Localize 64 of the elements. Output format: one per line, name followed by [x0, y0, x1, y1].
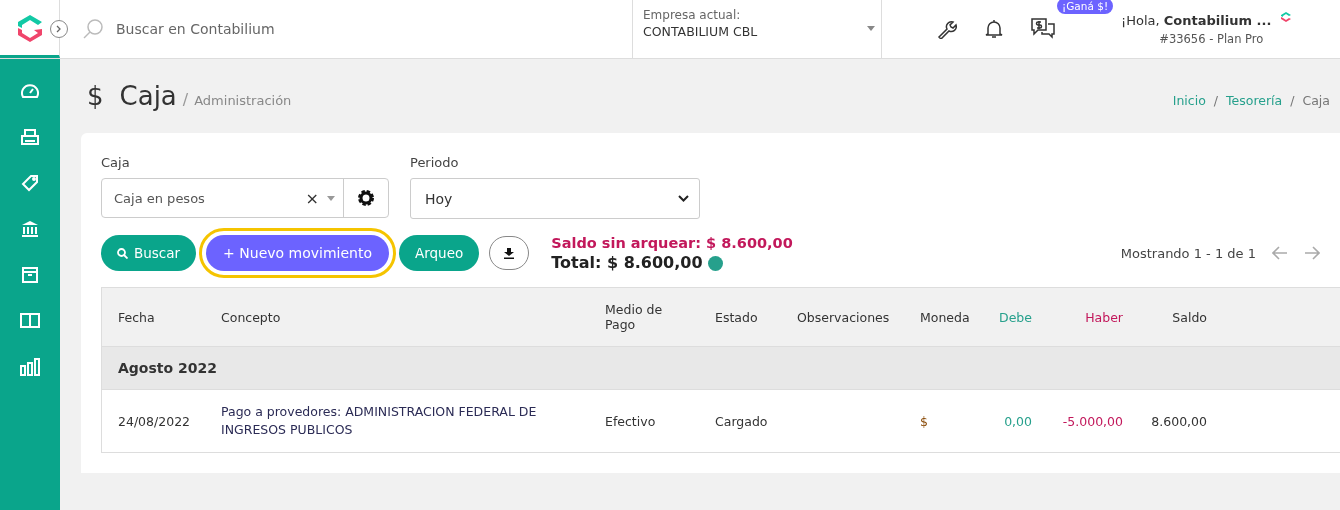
download-icon: [504, 247, 515, 259]
download-button[interactable]: [489, 236, 530, 270]
status-dot: [707, 255, 723, 271]
table-cell: Pago a provedores: ADMINISTRACION FEDERAL DE INGRESOS PUBLICOS: [221, 404, 537, 437]
pending-balance: Saldo sin arquear: $ 8.600,00: [551, 234, 793, 253]
column-header[interactable]: Observaciones: [797, 309, 920, 325]
table-cell: 8.600,00: [1151, 413, 1207, 429]
table-cell: 0,00: [1004, 413, 1032, 429]
page-icon: $: [87, 81, 104, 111]
table-cell: Cargado: [715, 413, 768, 429]
page-title: Caja: [119, 81, 177, 111]
chat-dollar-icon[interactable]: [1031, 18, 1055, 40]
periodo-label: Periodo: [410, 155, 460, 170]
caret-icon: [327, 195, 335, 201]
table-cell: -5.000,00: [1062, 413, 1123, 429]
wrench-icon[interactable]: [937, 19, 957, 39]
arrow-left-icon[interactable]: [1272, 246, 1288, 260]
search-icon: [82, 18, 104, 40]
caja-select[interactable]: Caja en pesos ×: [101, 178, 389, 218]
tag-icon[interactable]: [21, 174, 39, 192]
settings-icon[interactable]: [357, 189, 375, 207]
total-balance: Total: $ 8.600,00: [551, 253, 703, 273]
table-cell: Efectivo: [605, 413, 656, 429]
column-header[interactable]: Concepto: [221, 309, 605, 325]
sidebar-toggle[interactable]: [50, 20, 68, 38]
box-icon[interactable]: [21, 266, 39, 284]
page-subtitle: Administración: [194, 93, 292, 108]
breadcrumb-separator: /: [1213, 93, 1219, 108]
bank-icon[interactable]: [21, 220, 39, 238]
book-icon[interactable]: [20, 312, 40, 330]
group-heading: Agosto 2022: [118, 360, 217, 376]
table-cell: $: [920, 413, 928, 429]
arrow-right-icon[interactable]: [1304, 246, 1320, 260]
company-select[interactable]: Empresa actual: CONTABILIUM CBL: [632, 0, 882, 58]
bar-chart-icon[interactable]: [20, 358, 40, 376]
bell-icon[interactable]: [985, 19, 1003, 39]
column-header[interactable]: Haber: [1032, 309, 1123, 325]
company-label: Empresa actual:: [643, 8, 742, 22]
column-header[interactable]: Medio de Pago: [605, 302, 715, 332]
printer-icon[interactable]: [21, 128, 39, 146]
search-icon: [117, 247, 128, 259]
promo-badge[interactable]: ¡Ganá $!: [1057, 0, 1114, 14]
column-header[interactable]: Saldo: [1123, 309, 1207, 325]
user-menu[interactable]: ¡Hola, Contabilium ... #33656 - Plan Pro: [1121, 12, 1272, 46]
breadcrumb-separator: /: [1290, 93, 1295, 108]
breadcrumb-current: Caja: [1302, 93, 1330, 108]
column-header[interactable]: Estado: [715, 309, 797, 325]
chevron-right-icon: [56, 25, 62, 33]
company-name: CONTABILIUM CBL: [643, 24, 759, 39]
caja-label: Caja: [101, 155, 131, 170]
user-greeting: ¡Hola, Contabilium ...: [1121, 12, 1272, 28]
clear-button[interactable]: ×: [297, 179, 327, 217]
table-cell: 24/08/2022: [118, 413, 191, 429]
chevron-down-icon: [678, 195, 689, 202]
gauge-icon[interactable]: [21, 83, 39, 99]
title-separator: /: [182, 90, 189, 109]
logo-icon[interactable]: [16, 13, 43, 42]
account-plan: #33656 - Plan Pro: [1158, 31, 1264, 46]
pagination-info: Mostrando 1 - 1 de 1: [1120, 245, 1256, 261]
column-header[interactable]: Moneda: [920, 309, 986, 325]
periodo-select[interactable]: Hoy: [410, 178, 700, 219]
logo-icon: [1281, 12, 1292, 22]
caret-icon: [867, 26, 875, 31]
column-header[interactable]: Fecha: [118, 309, 221, 325]
